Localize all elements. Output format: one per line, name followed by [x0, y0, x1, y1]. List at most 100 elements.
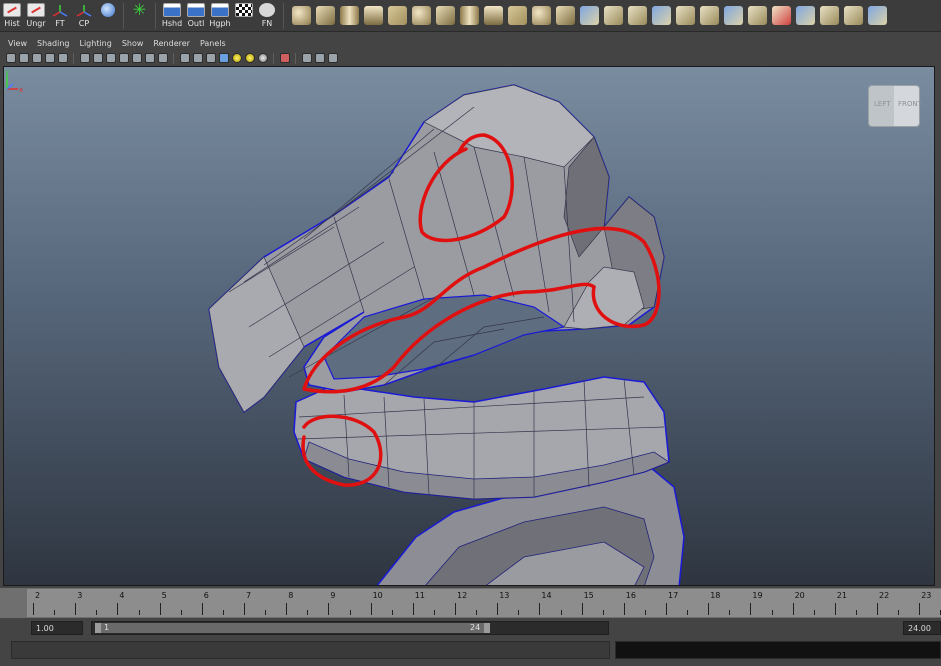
start-time-field[interactable]: 1.00 — [31, 621, 83, 635]
end-time-field[interactable]: 24.00 — [903, 621, 941, 635]
perspective-viewport[interactable]: LEFT FRONT y x — [3, 66, 935, 586]
range-slider-handle[interactable] — [95, 623, 490, 633]
time-tick-major — [244, 603, 245, 615]
helix-icon[interactable] — [508, 6, 527, 25]
time-tick-major — [834, 603, 836, 615]
time-tick-label: 9 — [330, 591, 336, 600]
shelf-tool-globe-tool-button[interactable] — [96, 1, 119, 31]
poly-reduce-icon[interactable] — [700, 6, 719, 25]
prism-icon[interactable] — [436, 6, 455, 25]
pipe-icon[interactable] — [484, 6, 503, 25]
range-slider-track[interactable]: 1 24 — [91, 621, 609, 635]
shadows-icon[interactable] — [245, 53, 255, 63]
shelf-tool-star-tool-button[interactable]: ✳ — [128, 1, 151, 31]
shelf-tool-ft-button[interactable]: FT — [48, 1, 72, 31]
time-tick-major — [328, 603, 330, 615]
shelf-tool-hist-button[interactable]: Hist — [0, 1, 24, 31]
menu-renderer[interactable]: Renderer — [148, 37, 195, 51]
time-tick-minor — [96, 610, 98, 615]
view-cube[interactable]: LEFT FRONT — [868, 85, 922, 127]
menu-show[interactable]: Show — [117, 37, 149, 51]
freeze-transforms-axis-icon — [51, 3, 69, 17]
xray-joints-icon[interactable] — [315, 53, 325, 63]
select-camera-icon[interactable] — [6, 53, 16, 63]
range-handle-right[interactable] — [484, 623, 490, 633]
time-tick-label: 16 — [625, 591, 636, 600]
menu-view[interactable]: View — [3, 37, 32, 51]
poly-separate-icon[interactable] — [604, 6, 623, 25]
maya-main-window: Hist Ungr FT CP ✳ Hshd Outl Hgph FN View Shading… — [0, 0, 941, 666]
time-slider[interactable]: 2 3 4 5 6 7 8 9 10 11 12 13 14 15 16 17 18 19 20 21 22 23 — [0, 588, 941, 618]
hypergraph-icon — [211, 3, 229, 17]
time-tick-minor — [602, 610, 604, 615]
platonic-icon[interactable] — [556, 6, 575, 25]
time-tick-label: 3 — [77, 591, 83, 600]
smooth-shade-icon[interactable] — [193, 53, 203, 63]
poly-boolean-icon[interactable] — [652, 6, 671, 25]
time-tick-major — [792, 603, 794, 615]
cube-icon[interactable] — [316, 6, 335, 25]
append-polygon-icon[interactable] — [796, 6, 815, 25]
shelf-tool-hgph-button[interactable]: Hgph — [208, 1, 232, 31]
bridge-icon[interactable] — [772, 6, 791, 25]
gate-mask-icon[interactable] — [119, 53, 129, 63]
shelf-tool-hshd-button[interactable]: Hshd — [160, 1, 184, 31]
poly-smooth-icon[interactable] — [676, 6, 695, 25]
xray-components-icon[interactable] — [328, 53, 338, 63]
2d-pan-zoom-icon[interactable] — [58, 53, 68, 63]
time-tick-label: 10 — [372, 591, 383, 600]
safe-title-icon[interactable] — [158, 53, 168, 63]
resolution-gate-icon[interactable] — [106, 53, 116, 63]
menu-shading[interactable]: Shading — [32, 37, 75, 51]
time-tick-label: 15 — [583, 591, 594, 600]
xray-icon[interactable] — [302, 53, 312, 63]
menu-panels[interactable]: Panels — [195, 37, 231, 51]
wireframe-on-shaded-icon[interactable] — [206, 53, 216, 63]
shelf-tool-outl-button[interactable]: Outl — [184, 1, 208, 31]
fill-hole-icon[interactable] — [820, 6, 839, 25]
toolbar-separator — [173, 52, 174, 64]
plane-icon[interactable] — [388, 6, 407, 25]
extrude-icon[interactable] — [748, 6, 767, 25]
fn-eye-icon — [259, 3, 275, 17]
bevel-icon[interactable] — [868, 6, 887, 25]
time-slider-track[interactable]: 2 3 4 5 6 7 8 9 10 11 12 13 14 15 16 17 18 19 20 21 22 23 — [27, 589, 941, 617]
isolate-select-icon[interactable] — [280, 53, 290, 63]
wireframe-icon[interactable] — [180, 53, 190, 63]
split-polygon-icon[interactable] — [844, 6, 863, 25]
time-tick-label: 7 — [246, 591, 252, 600]
time-tick-minor — [771, 610, 773, 615]
use-all-lights-icon[interactable] — [232, 53, 242, 63]
time-tick-label: 17 — [668, 591, 679, 600]
time-tick-label: 21 — [836, 591, 847, 600]
time-tick-major — [708, 603, 710, 615]
playback-end-label: 24 — [470, 623, 481, 632]
shelf-separator — [283, 3, 284, 29]
poly-combine-icon[interactable] — [580, 6, 599, 25]
image-plane-icon[interactable] — [45, 53, 55, 63]
time-tick-major — [666, 603, 667, 615]
mirror-geometry-icon[interactable] — [724, 6, 743, 25]
shelf-tool-uv-checker-button[interactable] — [232, 1, 255, 31]
bookmark-icon[interactable] — [32, 53, 42, 63]
grid-icon[interactable] — [80, 53, 90, 63]
mel-command-input[interactable] — [11, 641, 610, 659]
textured-icon[interactable] — [219, 53, 229, 63]
cone-icon[interactable] — [364, 6, 383, 25]
shelf-tool-cp-button[interactable]: CP — [72, 1, 96, 31]
field-chart-icon[interactable] — [132, 53, 142, 63]
menu-lighting[interactable]: Lighting — [74, 37, 116, 51]
shelf-tool-ungr-button[interactable]: Ungr — [24, 1, 48, 31]
pyramid-icon[interactable] — [460, 6, 479, 25]
range-handle-left[interactable] — [95, 623, 101, 633]
soccer-ball-icon[interactable] — [532, 6, 551, 25]
film-gate-icon[interactable] — [93, 53, 103, 63]
sphere-icon[interactable] — [292, 6, 311, 25]
cylinder-icon[interactable] — [340, 6, 359, 25]
shelf-tool-fn-button[interactable]: FN — [255, 1, 279, 31]
safe-action-icon[interactable] — [145, 53, 155, 63]
torus-icon[interactable] — [412, 6, 431, 25]
poly-extract-icon[interactable] — [628, 6, 647, 25]
camera-attributes-icon[interactable] — [19, 53, 29, 63]
ambient-occlusion-icon[interactable] — [258, 53, 268, 63]
